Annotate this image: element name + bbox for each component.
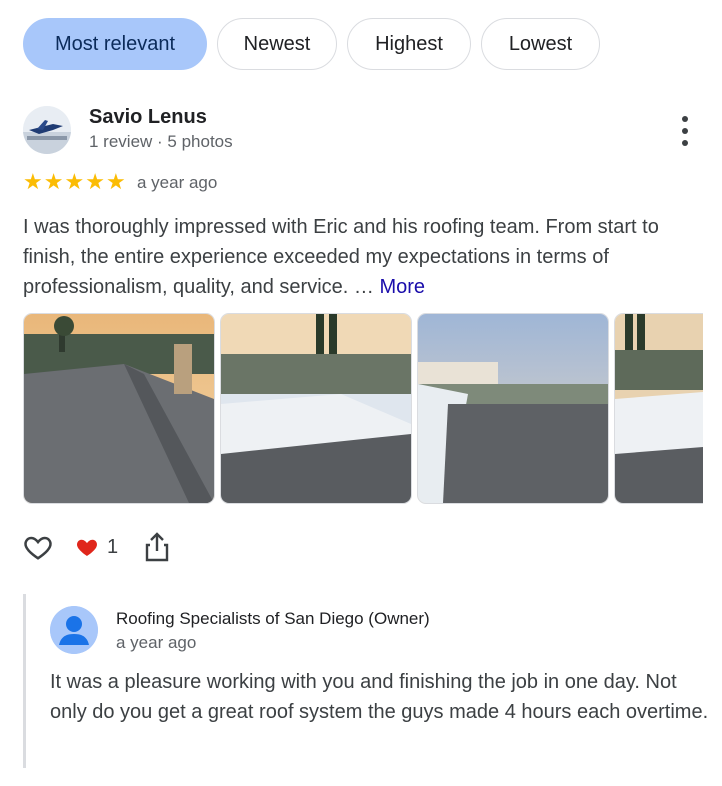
review-body: I was thoroughly impressed with Eric and… [23,216,659,298]
reaction-count: 1 [107,536,119,558]
star-icon: ★ [105,169,126,194]
star-icon: ★ [43,169,64,194]
share-icon[interactable] [144,531,170,563]
review-photo[interactable] [614,313,703,504]
reply-divider [23,594,26,768]
owner-reply-text: It was a pleasure working with you and f… [50,671,709,723]
reviewer-avatar[interactable] [23,106,71,154]
owner-avatar[interactable] [50,606,98,654]
owner-name: Roofing Specialists of San Diego (Owner) [116,609,430,628]
review-actions [23,530,99,564]
star-icon: ★ [85,169,105,194]
kebab-menu-icon[interactable] [676,116,694,146]
sort-chips: Most relevant Newest Highest Lowest [23,18,600,70]
heart-reaction-icon[interactable] [75,535,99,559]
person-icon [50,606,98,654]
star-rating: ★ ★ ★ ★ ★ [23,170,126,194]
like-icon[interactable] [23,532,53,562]
chip-most-relevant[interactable]: Most relevant [23,18,207,70]
review-photo[interactable] [23,313,215,504]
reviewer-meta: 1 review · 5 photos [89,132,233,151]
owner-reply-time: a year ago [116,633,197,652]
star-icon: ★ [64,169,85,194]
chip-lowest[interactable]: Lowest [481,18,600,70]
review-time: a year ago [137,173,218,192]
reviewer-name[interactable]: Savio Lenus [89,106,207,129]
review-text: I was thoroughly impressed with Eric and… [23,212,703,302]
chip-newest[interactable]: Newest [217,18,337,70]
chip-highest[interactable]: Highest [347,18,471,70]
review-photo[interactable] [220,313,412,504]
review-photo[interactable] [417,313,609,504]
review-photos [23,313,703,504]
star-icon: ★ [23,169,43,194]
more-link[interactable]: More [379,276,425,298]
